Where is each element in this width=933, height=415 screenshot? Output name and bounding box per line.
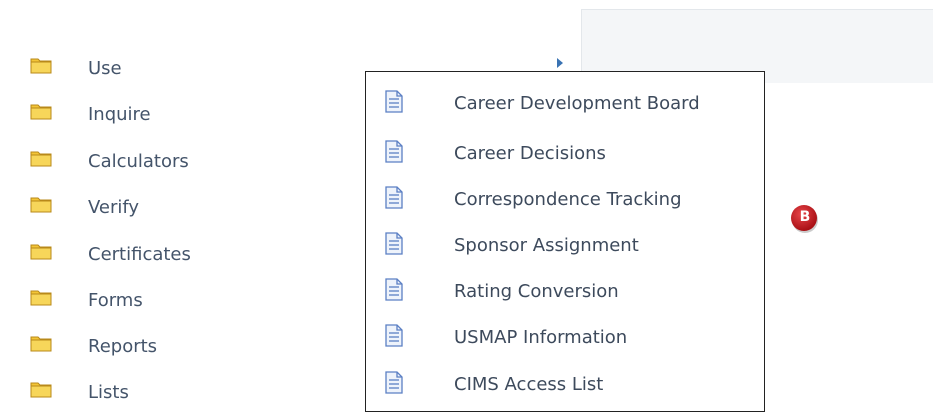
menu-item-label: Correspondence Tracking xyxy=(454,189,682,210)
sidebar-item-certificates[interactable]: Certificates xyxy=(30,242,260,272)
sidebar-item-label: Forms xyxy=(88,290,143,311)
menu-item-usmap-information[interactable]: USMAP Information xyxy=(385,324,755,356)
folder-icon xyxy=(30,290,52,306)
submenu-popup: Career Development Board Career Decision… xyxy=(365,71,765,412)
menu-item-label: USMAP Information xyxy=(454,327,628,348)
menu-item-career-decisions[interactable]: Career Decisions xyxy=(385,140,755,172)
menu-item-rating-conversion[interactable]: Rating Conversion xyxy=(385,278,755,310)
sidebar-item-use[interactable]: Use xyxy=(30,56,260,86)
menu-item-cims-access-list[interactable]: CIMS Access List xyxy=(385,371,755,403)
sidebar-item-lists[interactable]: Lists xyxy=(30,380,260,410)
sidebar-item-forms[interactable]: Forms xyxy=(30,288,260,318)
folder-icon xyxy=(30,151,52,167)
menu-item-label: CIMS Access List xyxy=(454,374,604,395)
document-icon xyxy=(385,324,403,347)
folder-icon xyxy=(30,58,52,74)
menu-item-correspondence-tracking[interactable]: Correspondence Tracking xyxy=(385,186,755,218)
submenu-caret-icon xyxy=(557,58,563,68)
document-icon xyxy=(385,90,403,113)
sidebar-item-inquire[interactable]: Inquire xyxy=(30,102,260,132)
sidebar-item-verify[interactable]: Verify xyxy=(30,195,260,225)
folder-icon xyxy=(30,197,52,213)
folder-icon xyxy=(30,244,52,260)
sidebar-item-label: Certificates xyxy=(88,244,191,265)
menu-item-label: Career Development Board xyxy=(454,93,700,114)
document-icon xyxy=(385,140,403,163)
folder-icon xyxy=(30,336,52,352)
document-icon xyxy=(385,232,403,255)
menu-item-sponsor-assignment[interactable]: Sponsor Assignment xyxy=(385,232,755,264)
sidebar-item-label: Verify xyxy=(88,197,140,218)
sidebar-item-calculators[interactable]: Calculators xyxy=(30,149,260,179)
sidebar-item-label: Use xyxy=(88,58,122,79)
menu-item-label: Career Decisions xyxy=(454,143,606,164)
sidebar-item-label: Calculators xyxy=(88,151,189,172)
callout-letter: B xyxy=(799,209,811,225)
document-icon xyxy=(385,278,403,301)
callout-badge: B xyxy=(790,204,820,234)
sidebar-item-label: Lists xyxy=(88,382,129,403)
document-icon xyxy=(385,371,403,394)
folder-icon xyxy=(30,104,52,120)
menu-item-career-development-board[interactable]: Career Development Board xyxy=(385,90,755,122)
folder-icon xyxy=(30,382,52,398)
menu-item-label: Rating Conversion xyxy=(454,281,619,302)
sidebar-item-label: Reports xyxy=(88,336,158,357)
sidebar-item-reports[interactable]: Reports xyxy=(30,334,260,364)
document-icon xyxy=(385,186,403,209)
sidebar-item-label: Inquire xyxy=(88,104,151,125)
menu-item-label: Sponsor Assignment xyxy=(454,235,639,256)
